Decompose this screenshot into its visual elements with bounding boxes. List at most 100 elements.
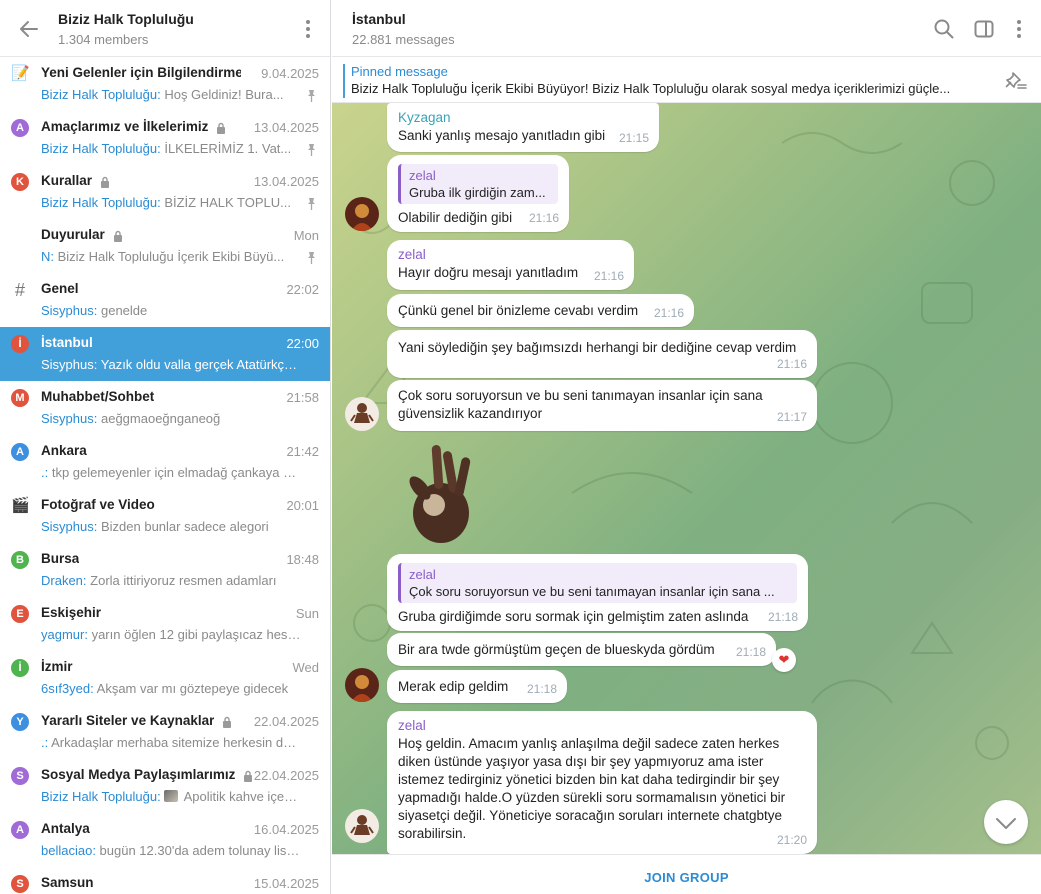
reply-quote[interactable]: zelal Gruba ilk girdiğin zam... — [398, 164, 558, 204]
chat-preview: N: Biziz Halk Topluluğu İçerik Ekibi Büy… — [41, 249, 301, 264]
lock-icon — [244, 770, 253, 782]
message-text: Bir ara twde görmüştüm geçen de blueskyd… — [398, 642, 715, 657]
message-time: 21:16 — [593, 269, 624, 283]
chat-list-item[interactable]: 📝 Yeni Gelenler için Bilgilendirme 9.04.20… — [0, 57, 330, 111]
chat-name: İstanbul — [41, 335, 93, 350]
chat-list-item[interactable]: A Antalya 16.04.2025 bellaciao: bugün 12.30… — [0, 813, 330, 867]
search-icon[interactable] — [932, 17, 956, 41]
preview-sender: Sisyphus: — [41, 357, 98, 372]
chat-list-item[interactable]: # Genel 22:02 Sisyphus: genelde — [0, 273, 330, 327]
message-bubble[interactable]: Bir ara twde görmüştüm geçen de blueskyd… — [387, 633, 776, 666]
chat-list-item[interactable]: B Bursa 18:48 Draken: Zorla ittiriyoruz res… — [0, 543, 330, 597]
preview-text: genelde — [97, 303, 148, 318]
chat-list-item[interactable]: 🗣 Duyurular Mon N: Biziz Halk Topluluğu İçe… — [0, 219, 330, 273]
message-text: Gruba girdiğimde soru sormak için gelmiş… — [398, 609, 749, 624]
message-count: 22.881 messages — [352, 32, 455, 47]
chat-preview: Sisyphus: Bizden bunlar sadece alegori — [41, 519, 301, 534]
reply-quote[interactable]: zelal Çok soru soruyorsun ve bu seni tan… — [398, 563, 797, 603]
preview-text: bugün 12.30'da adem tolunay lise... — [95, 843, 301, 858]
message-sender[interactable]: Kyzagan — [398, 109, 648, 127]
chat-list-item[interactable]: İ İstanbul 22:00 Sisyphus: Yazık oldu valla… — [0, 327, 330, 381]
chat-preview: Biziz Halk Topluluğu: İLKELERİMİZ 1. Vat… — [41, 141, 301, 156]
pinned-label: Pinned message — [351, 64, 448, 79]
chat-list-item[interactable]: E Eskişehir Sun yagmur: yarın öğlen 12 gibi… — [0, 597, 330, 651]
message-area[interactable]: Kyzagan Sanki yanlış mesajo yanıtladın g… — [332, 103, 1041, 854]
chat-date: 22.04.2025 — [253, 714, 319, 729]
message-text: Çok soru soruyorsun ve bu seni tanımayan… — [398, 388, 763, 421]
chat-list-item[interactable]: 🎬 Fotoğraf ve Video 20:01 Sisyphus: Bizden … — [0, 489, 330, 543]
chat-list-item[interactable]: K Kurallar 13.04.2025 Biziz Halk Topluluğu:… — [0, 165, 330, 219]
message-bubble[interactable]: Çok soru soruyorsun ve bu seni tanımayan… — [387, 380, 817, 431]
avatar[interactable] — [345, 197, 379, 231]
topic-letter-icon: B — [11, 551, 29, 569]
chat-preview: bellaciao: bugün 12.30'da adem tolunay l… — [41, 843, 301, 858]
pinned-message-bar[interactable]: Pinned message Biziz Halk Topluluğu İçer… — [332, 57, 1041, 103]
chat-name: Antalya — [41, 821, 90, 836]
preview-text: yarın öğlen 12 gibi paylaşıcaz hesap... — [87, 627, 301, 642]
message-sender[interactable]: zelal — [398, 246, 623, 264]
pin-icon — [308, 252, 315, 264]
topic-letter-icon: E — [11, 605, 29, 623]
ok-hand-sticker[interactable] — [406, 443, 476, 548]
thumbnail-image — [163, 790, 178, 802]
heart-reaction[interactable]: ❤ — [772, 648, 796, 672]
message-text: Çünkü genel bir önizleme cevabı verdim — [398, 303, 639, 318]
chat-date: 9.04.2025 — [261, 66, 319, 81]
chat-list-item[interactable]: S Sosyal Medya Paylaşımlarımız 22.04.2025 B… — [0, 759, 330, 813]
chat-name: Ankara — [41, 443, 87, 458]
avatar[interactable] — [345, 809, 379, 843]
sidebar-toggle-icon[interactable] — [972, 17, 996, 41]
topic-letter-icon: İ — [11, 335, 29, 353]
chat-list-item[interactable]: İ İzmir Wed 6sıf3yed: Akşam var mı göztepey… — [0, 651, 330, 705]
message-bubble[interactable]: Kyzagan Sanki yanlış mesajo yanıtladın g… — [387, 103, 659, 152]
hash-icon: # — [14, 280, 25, 300]
topic-letter-icon: S — [11, 767, 29, 785]
clapper-icon: 🎬 — [11, 497, 30, 514]
message-sender[interactable]: zelal — [398, 717, 806, 735]
reply-text: Çok soru soruyorsun ve bu seni tanımayan… — [409, 584, 775, 599]
more-vertical-icon[interactable] — [296, 17, 320, 41]
chat-name: Amaçlarımız ve İlkelerimiz — [41, 119, 209, 134]
chat-name: Eskişehir — [41, 605, 102, 620]
avatar[interactable] — [345, 397, 379, 431]
avatar[interactable] — [345, 668, 379, 702]
chat-header: İstanbul 22.881 messages — [332, 0, 1041, 57]
message-bubble[interactable]: zelal Çok soru soruyorsun ve bu seni tan… — [387, 554, 808, 631]
chat-name: Genel — [41, 281, 79, 296]
more-vertical-icon[interactable] — [1007, 17, 1031, 41]
memo-icon: 📝 — [11, 65, 30, 82]
chat-title[interactable]: İstanbul — [352, 11, 406, 27]
message-text: Hayır doğru mesajı yanıtladım — [398, 265, 579, 280]
preview-sender: Biziz Halk Topluluğu: — [41, 87, 161, 102]
scroll-down-button[interactable] — [984, 800, 1028, 844]
chat-list-item[interactable]: M Muhabbet/Sohbet 21:58 Sisyphus: aeğgmaoeğ… — [0, 381, 330, 435]
chat-name: Duyurular — [41, 227, 105, 242]
message-time: 21:18 — [767, 610, 798, 624]
message-bubble[interactable]: Çünkü genel bir önizleme cevabı verdim 2… — [387, 294, 694, 327]
chat-list-item[interactable]: S Samsun 15.04.2025 — [0, 867, 330, 894]
preview-text: aeğgmaoeğnganeoğ — [97, 411, 221, 426]
chat-list-item[interactable]: A Ankara 21:42 .: tkp gelemeyenler için elm… — [0, 435, 330, 489]
message-time: 21:18 — [735, 645, 766, 659]
chat-name: İzmir — [41, 659, 73, 674]
chat-list-item[interactable]: Y Yararlı Siteler ve Kaynaklar 22.04.2025.… — [0, 705, 330, 759]
message-bubble[interactable]: zelal Hayır doğru mesajı yanıtladım 21:1… — [387, 240, 634, 290]
chat-list-item[interactable]: A Amaçlarımız ve İlkelerimiz 13.04.2025 Biz… — [0, 111, 330, 165]
message-bubble[interactable]: zelal Gruba ilk girdiğin zam... Olabilir… — [387, 155, 569, 232]
topic-letter-icon: İ — [11, 659, 29, 677]
preview-text: Arkadaşlar merhaba sitemize herkesin dah… — [48, 735, 301, 750]
chat-list-sidebar: Biziz Halk Topluluğu 1.304 members 📝 Yeni… — [0, 0, 331, 894]
unpin-icon[interactable] — [1005, 70, 1027, 90]
arrow-left-icon[interactable] — [17, 17, 41, 41]
chat-preview: yagmur: yarın öğlen 12 gibi paylaşıcaz h… — [41, 627, 301, 642]
pin-icon — [308, 198, 315, 210]
message-bubble[interactable]: zelal Hoş geldin. Amacım yanlış anlaşılm… — [387, 711, 817, 854]
pin-icon — [308, 90, 315, 102]
join-group-button[interactable]: JOIN GROUP — [644, 870, 729, 885]
member-count: 1.304 members — [58, 32, 149, 47]
message-bubble[interactable]: Yani söylediğin şey bağımsızdı herhangi … — [387, 330, 817, 378]
message-bubble[interactable]: Merak edip geldim 21:18 — [387, 670, 567, 703]
chat-name: Bursa — [41, 551, 80, 566]
chat-preview: .: tkp gelemeyenler için elmadağ çankaya… — [41, 465, 301, 480]
topic-letter-icon: M — [11, 389, 29, 407]
